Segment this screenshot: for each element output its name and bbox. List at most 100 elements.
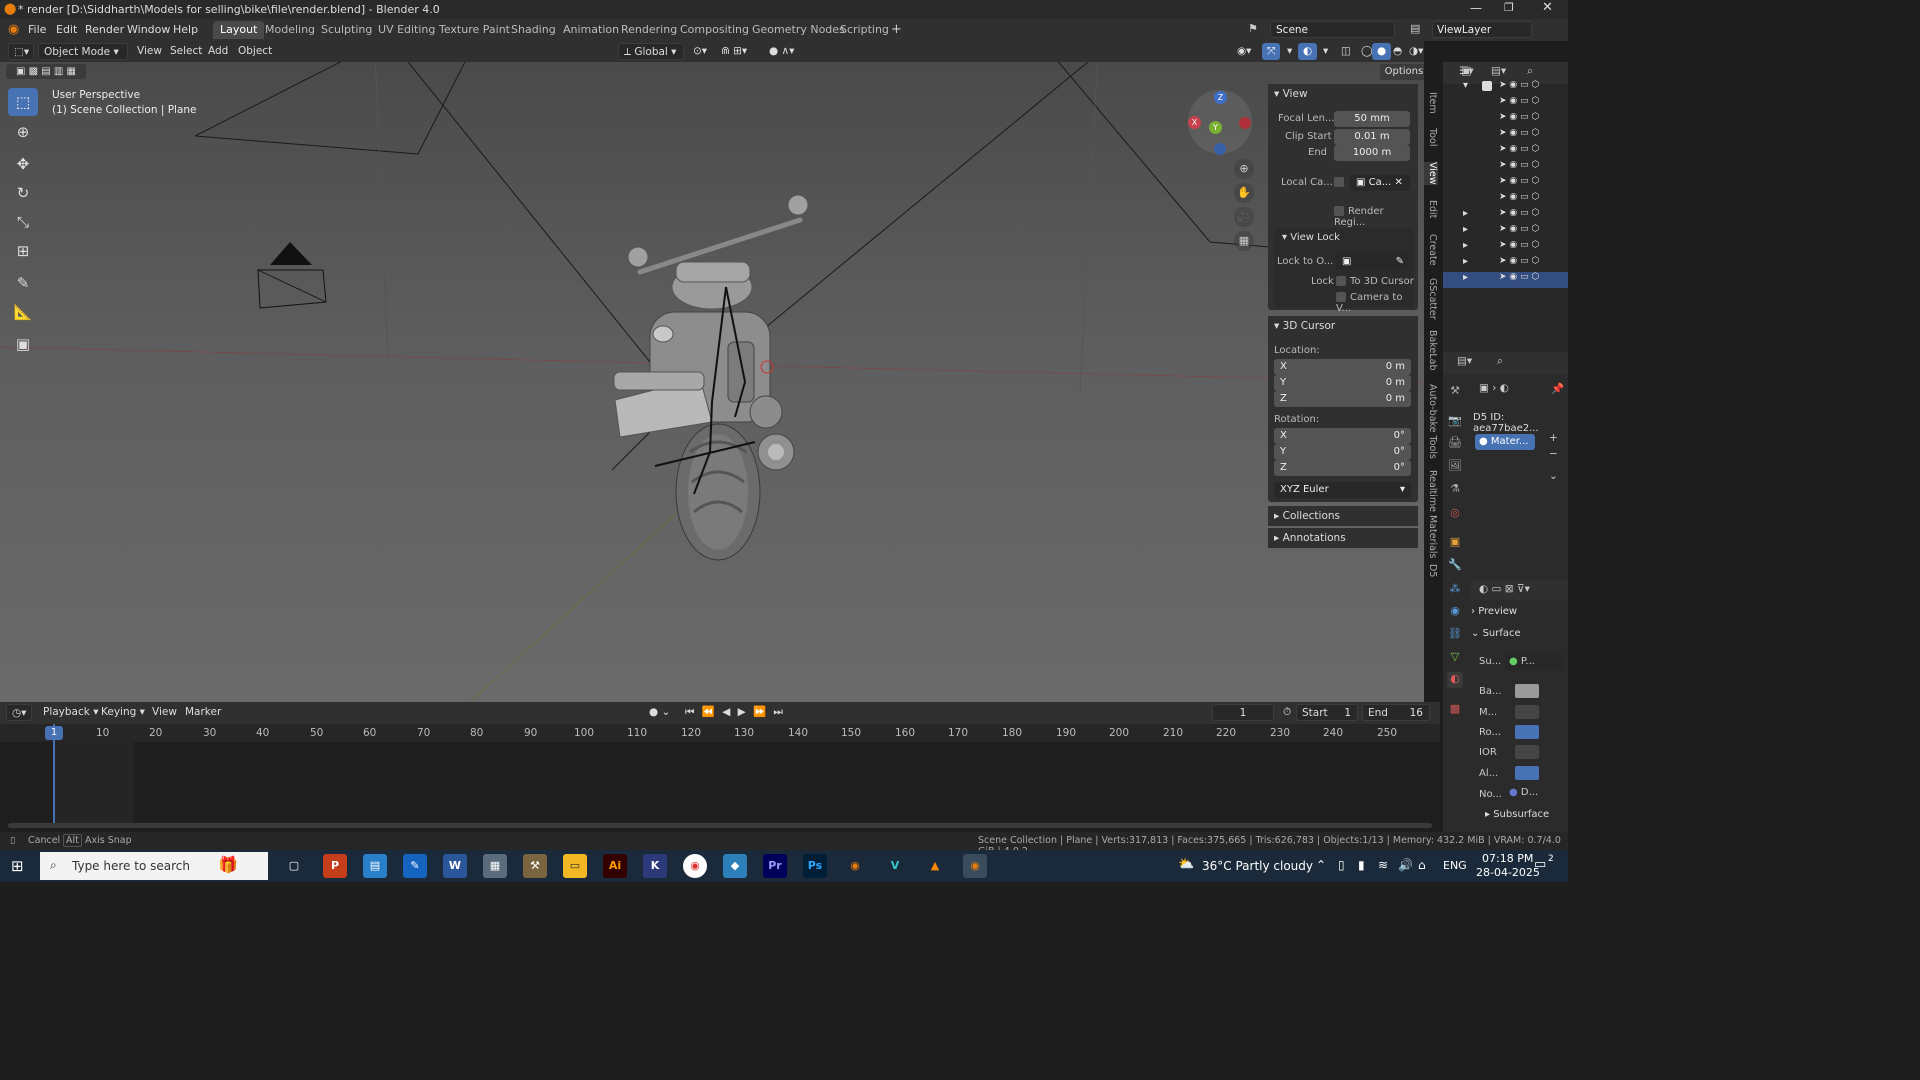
stopwatch-icon[interactable]: ⏱ xyxy=(1278,704,1296,721)
menu-object[interactable]: Object xyxy=(233,43,277,60)
weather-icon[interactable]: ⛅ xyxy=(1178,857,1194,872)
blender-menu-icon[interactable]: ◉ xyxy=(8,22,19,37)
viewlayer-icon[interactable]: ▤ xyxy=(1410,22,1420,35)
tab-d5[interactable]: D5 xyxy=(1424,564,1438,577)
scene-collection-icon[interactable]: ▣ xyxy=(1461,64,1471,77)
illustrator-icon[interactable]: Ai xyxy=(603,854,627,878)
material-browse[interactable]: ◐ ▭ ⊠ ⊽▾ xyxy=(1471,580,1568,600)
taskbar-search-box[interactable]: ⌕ Type here to search 🎁 xyxy=(40,852,268,880)
properties-editor-icon[interactable]: ▤▾ xyxy=(1457,355,1472,367)
mode-dropdown[interactable]: Object Mode ▾ xyxy=(38,43,128,60)
clock-date[interactable]: 28-04-2025 xyxy=(1476,866,1540,879)
local-camera-field[interactable]: ▣ Ca... ✕ xyxy=(1350,175,1410,191)
playback-controls[interactable]: ⏮ ⏪ ◀ ▶ ⏩ ⏭ xyxy=(680,704,790,721)
playback-menu[interactable]: Playback ▾ xyxy=(38,704,103,721)
pan-hand-icon[interactable]: ✋ xyxy=(1234,183,1254,203)
tab-create[interactable]: Create xyxy=(1424,234,1438,266)
overlay-dropdown-icon[interactable]: ▾ xyxy=(1318,43,1333,60)
surface-panel[interactable]: ⌄ Surface xyxy=(1471,628,1521,639)
render-region-checkbox[interactable]: Render Regi... xyxy=(1334,206,1418,228)
menu-file[interactable]: File xyxy=(28,23,46,36)
menu-render[interactable]: Render xyxy=(85,23,124,36)
world-properties-icon[interactable]: ◎ xyxy=(1447,506,1463,522)
gizmo-neg-x-icon[interactable] xyxy=(1239,117,1251,129)
metallic-field[interactable] xyxy=(1515,705,1539,719)
3d-viewport[interactable]: User Perspective (1) Scene Collection | … xyxy=(0,62,1424,702)
material-slot[interactable]: ● Mater... xyxy=(1475,434,1535,450)
alpha-field[interactable] xyxy=(1515,766,1539,780)
object-properties-icon[interactable]: ▣ xyxy=(1447,535,1463,551)
outliner-row[interactable]: ➤ ◉ ▭ ⬡ xyxy=(1443,160,1568,176)
language-indicator[interactable]: ENG xyxy=(1443,859,1467,872)
select-box-tool-icon[interactable]: ⬚ xyxy=(8,88,38,116)
editor-type-icon[interactable]: ⬚▾ xyxy=(8,43,34,60)
orientation-dropdown[interactable]: ⟂ Global ▾ xyxy=(618,43,684,60)
data-properties-icon[interactable]: ▽ xyxy=(1447,650,1463,666)
add-workspace-icon[interactable]: + xyxy=(891,22,902,37)
gizmo-z-icon[interactable]: Z xyxy=(1214,91,1227,104)
tab-compositing[interactable]: Compositing xyxy=(673,21,756,39)
menu-edit[interactable]: Edit xyxy=(56,23,77,36)
m365-icon[interactable]: ◆ xyxy=(723,854,747,878)
surface-shader-field[interactable]: ● P... xyxy=(1505,654,1565,670)
menu-view[interactable]: View xyxy=(132,43,167,60)
transform-tool-icon[interactable]: ⊞ xyxy=(8,237,38,265)
tab-bakelab[interactable]: BakeLab xyxy=(1424,330,1438,371)
outliner-row[interactable]: ➤ ◉ ▭ ⬡ xyxy=(1443,176,1568,192)
photoshop-icon[interactable]: Ps xyxy=(803,854,827,878)
clip-start-field[interactable]: 0.01 m xyxy=(1334,129,1410,145)
outliner-row[interactable]: ▸ ➤ ◉ ▭ ⬡ xyxy=(1443,256,1568,272)
outliner-row[interactable]: ➤ ◉ ▭ ⬡ xyxy=(1443,96,1568,112)
timeline-scrollbar[interactable] xyxy=(8,823,1432,828)
current-frame-field[interactable]: 1 xyxy=(1212,704,1274,721)
material-properties-icon[interactable]: ◐ xyxy=(1447,672,1463,688)
perspective-toggle-icon[interactable]: ▦ xyxy=(1234,231,1254,251)
scale-tool-icon[interactable]: ⤡ xyxy=(8,208,38,236)
tab-view[interactable]: View xyxy=(1424,162,1438,185)
network-icon[interactable]: ⌂ xyxy=(1418,858,1426,872)
add-cube-tool-icon[interactable]: ▣ xyxy=(8,330,38,358)
slot-menu-icon[interactable]: ⌄ xyxy=(1549,470,1558,482)
cursor-location-y[interactable]: Y0 m xyxy=(1274,375,1411,391)
volume-icon[interactable]: 🔊 xyxy=(1398,858,1413,872)
tab-auto-bake-tools[interactable]: Auto-bake Tools xyxy=(1424,384,1438,459)
normal-field[interactable]: ● D... xyxy=(1509,787,1538,798)
lock-to-cursor-checkbox[interactable]: To 3D Cursor xyxy=(1336,276,1414,287)
vectorworks-icon[interactable]: V xyxy=(883,854,907,878)
tab-item[interactable]: Item xyxy=(1424,92,1438,114)
premiere-icon[interactable]: Pr xyxy=(763,854,787,878)
tab-edit[interactable]: Edit xyxy=(1424,200,1438,218)
start-frame-field[interactable]: Start 1 xyxy=(1296,704,1358,721)
timeline-editor-icon[interactable]: ◷▾ xyxy=(6,704,32,721)
end-frame-field[interactable]: End 16 xyxy=(1362,704,1430,721)
maximize-button[interactable]: ❐ xyxy=(1504,1,1514,14)
physics-properties-icon[interactable]: ◉ xyxy=(1447,604,1463,620)
rotation-mode-dropdown[interactable]: XYZ Euler ▾ xyxy=(1274,482,1411,498)
remove-slot-icon[interactable]: − xyxy=(1549,448,1558,460)
cursor-rotation-y[interactable]: Y 0° xyxy=(1274,444,1411,460)
app-icon[interactable]: ✎ xyxy=(403,854,427,878)
scene-properties-icon[interactable]: ⚗ xyxy=(1447,482,1463,498)
notification-icon[interactable]: ▭ xyxy=(1534,857,1546,872)
add-slot-icon[interactable]: + xyxy=(1549,432,1558,444)
xray-icon[interactable]: ◫ xyxy=(1336,43,1356,60)
gizmo-neg-z-icon[interactable] xyxy=(1214,143,1226,155)
cursor-location-x[interactable]: X0 m xyxy=(1274,359,1411,375)
roughness-field[interactable] xyxy=(1515,725,1539,739)
selection-mode-icons[interactable]: ▣ ▩ ▤ ▥ ▦ xyxy=(6,64,86,79)
record-icon[interactable]: ● ⌄ xyxy=(644,704,675,721)
menu-help[interactable]: Help xyxy=(173,23,198,36)
texture-properties-icon[interactable]: ▩ xyxy=(1447,702,1463,718)
subsurface-panel[interactable]: ▸ Subsurface xyxy=(1485,809,1549,820)
preview-panel[interactable]: › Preview xyxy=(1471,606,1517,617)
outliner-row[interactable]: ➤ ◉ ▭ ⬡ xyxy=(1443,112,1568,128)
scene-field[interactable]: Scene xyxy=(1270,21,1395,38)
tab-shading[interactable]: Shading xyxy=(504,21,563,39)
battery-icon[interactable]: ▮ xyxy=(1358,858,1365,872)
constraints-properties-icon[interactable]: ⛓ xyxy=(1447,627,1463,643)
tray-chevron-icon[interactable]: ⌃ xyxy=(1316,858,1326,872)
app-icon[interactable]: ▤ xyxy=(363,854,387,878)
word-icon[interactable]: W xyxy=(443,854,467,878)
outliner-row[interactable]: ➤ ◉ ▭ ⬡ xyxy=(1443,144,1568,160)
tab-layout[interactable]: Layout xyxy=(213,21,265,39)
